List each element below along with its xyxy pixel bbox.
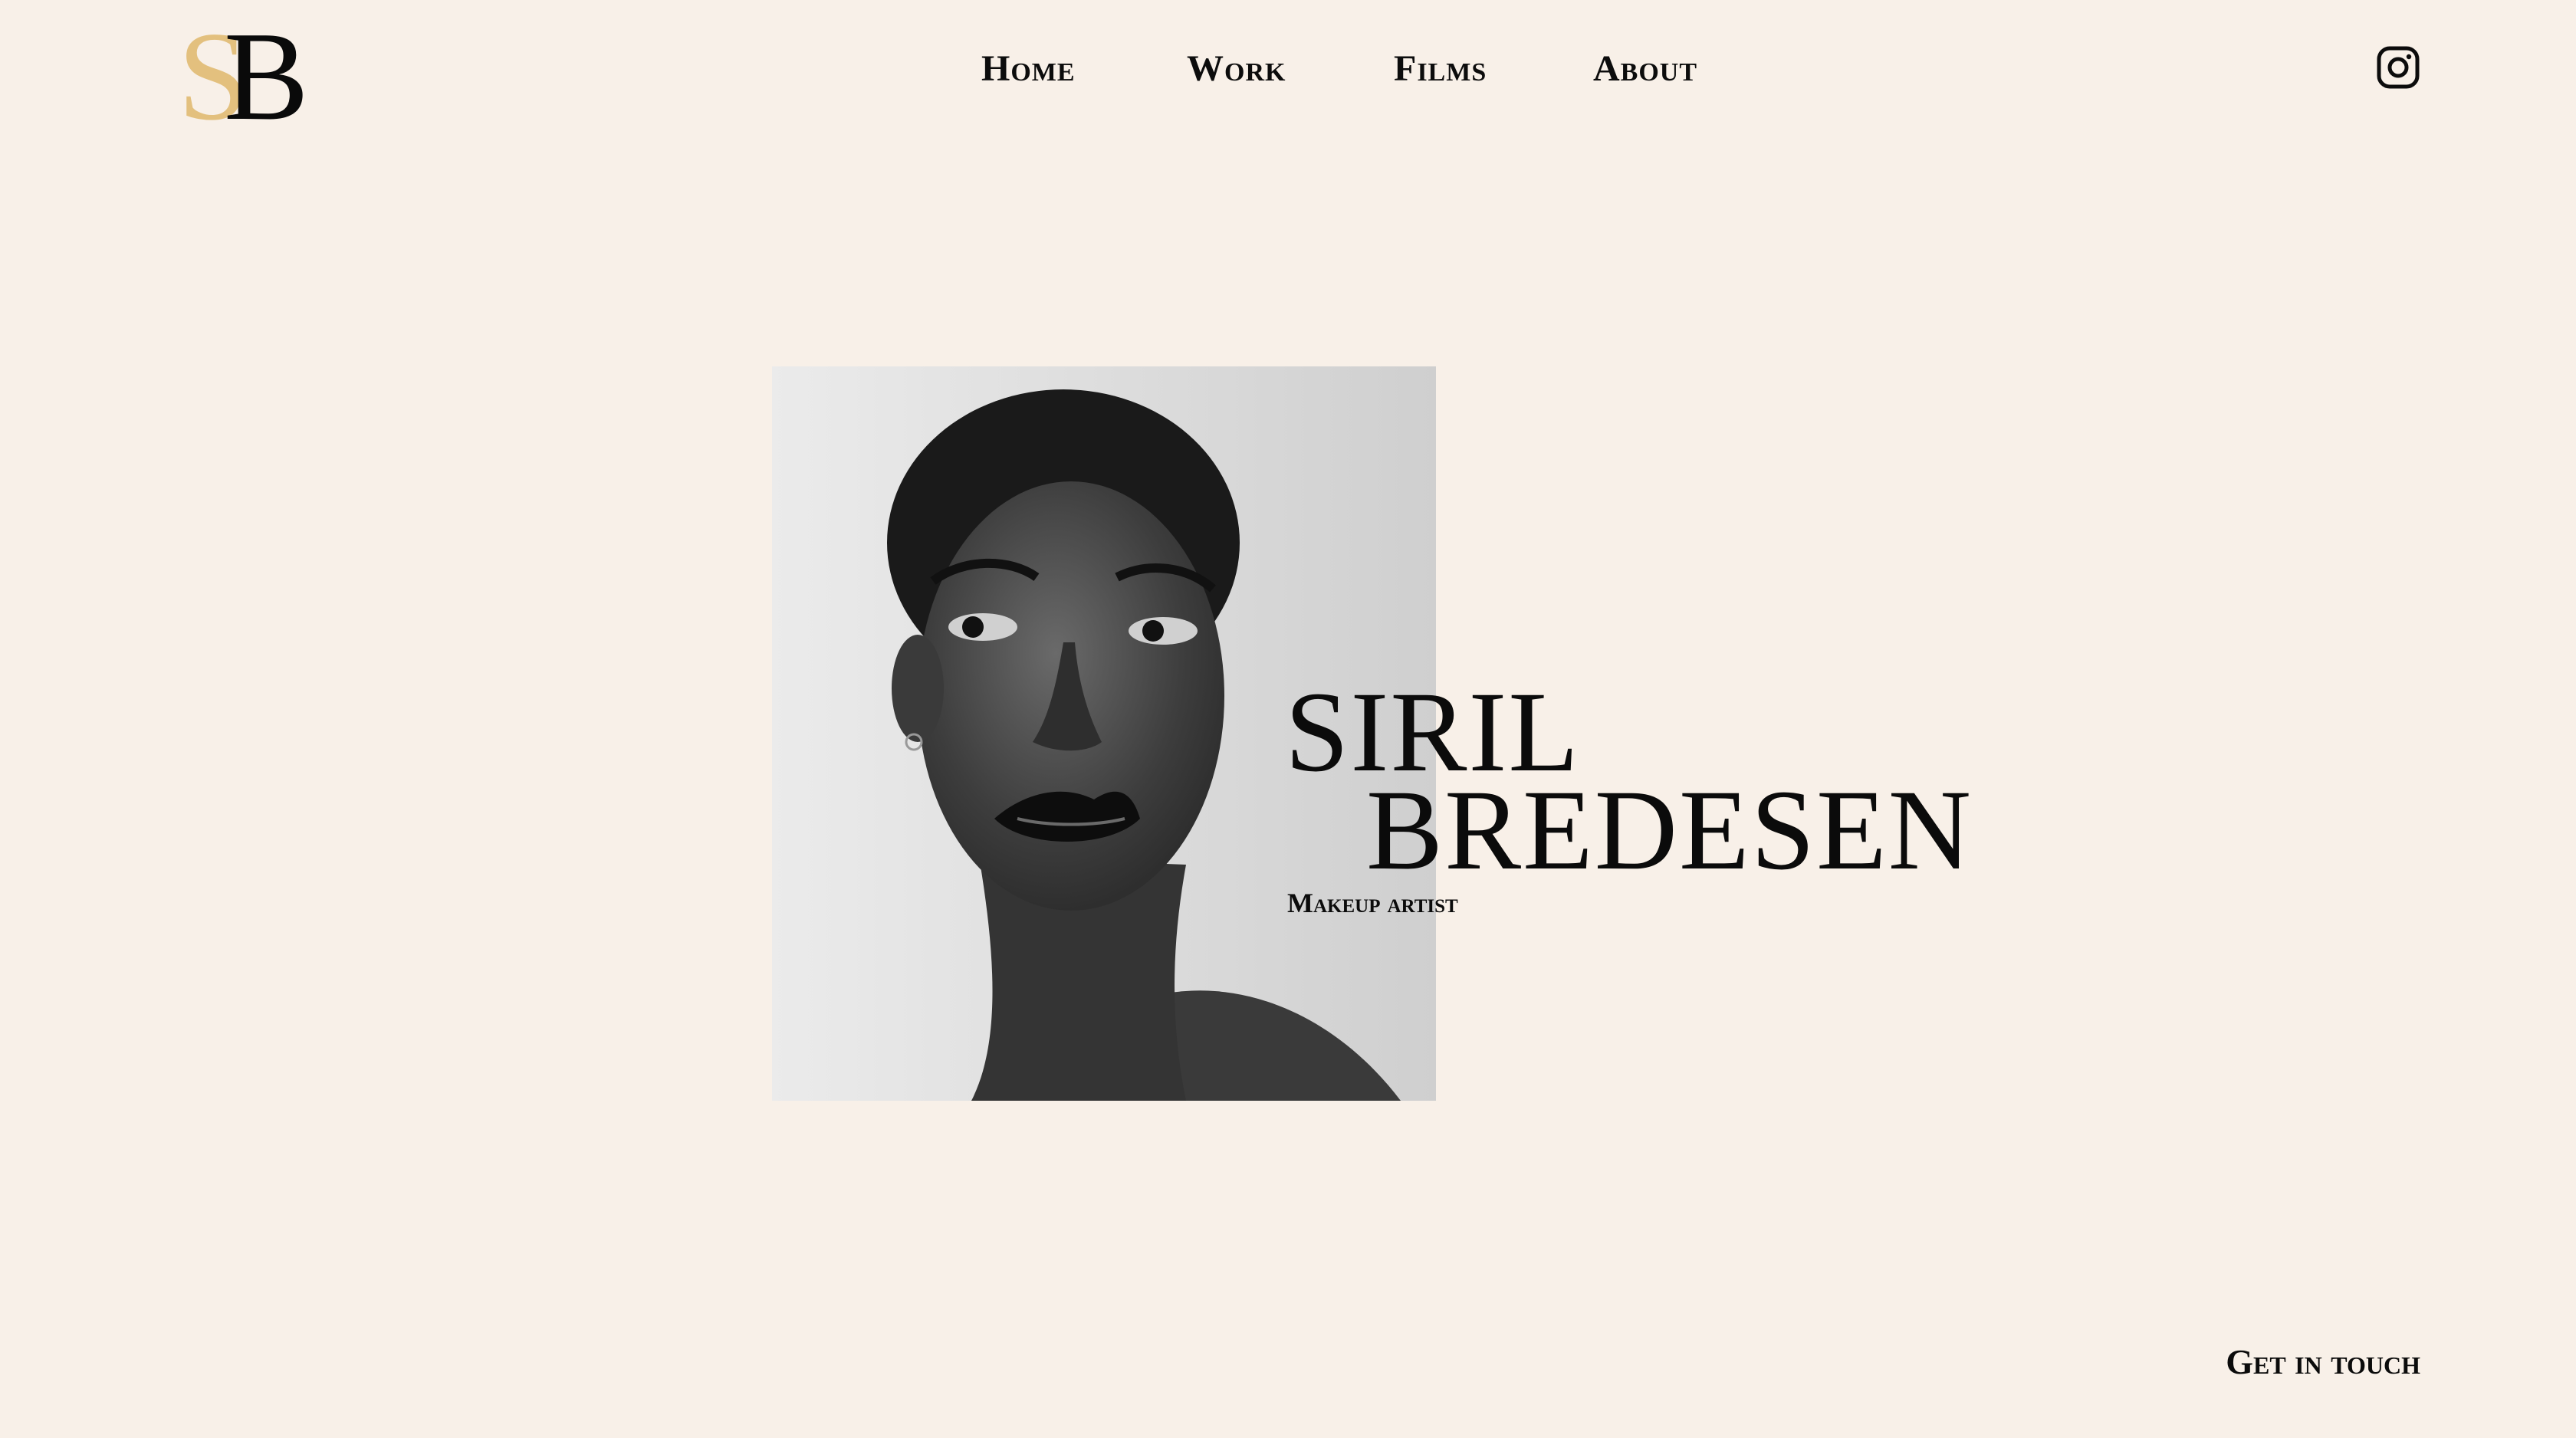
hero-subtitle: Makeup artist <box>1287 888 1458 918</box>
hero-title: SIRIL BREDESEN <box>1285 675 1973 888</box>
instagram-icon[interactable] <box>2377 46 2420 89</box>
site-logo[interactable]: S B <box>178 12 309 140</box>
nav-item-work[interactable]: Work <box>1187 48 1286 90</box>
nav-item-about[interactable]: About <box>1593 48 1697 90</box>
nav-item-films[interactable]: Films <box>1394 48 1487 90</box>
hero-name-last: BREDESEN <box>1366 767 1973 894</box>
nav-item-home[interactable]: Home <box>981 48 1076 90</box>
logo-letter-b: B <box>224 5 309 146</box>
get-in-touch-link[interactable]: Get in touch <box>2226 1341 2420 1382</box>
